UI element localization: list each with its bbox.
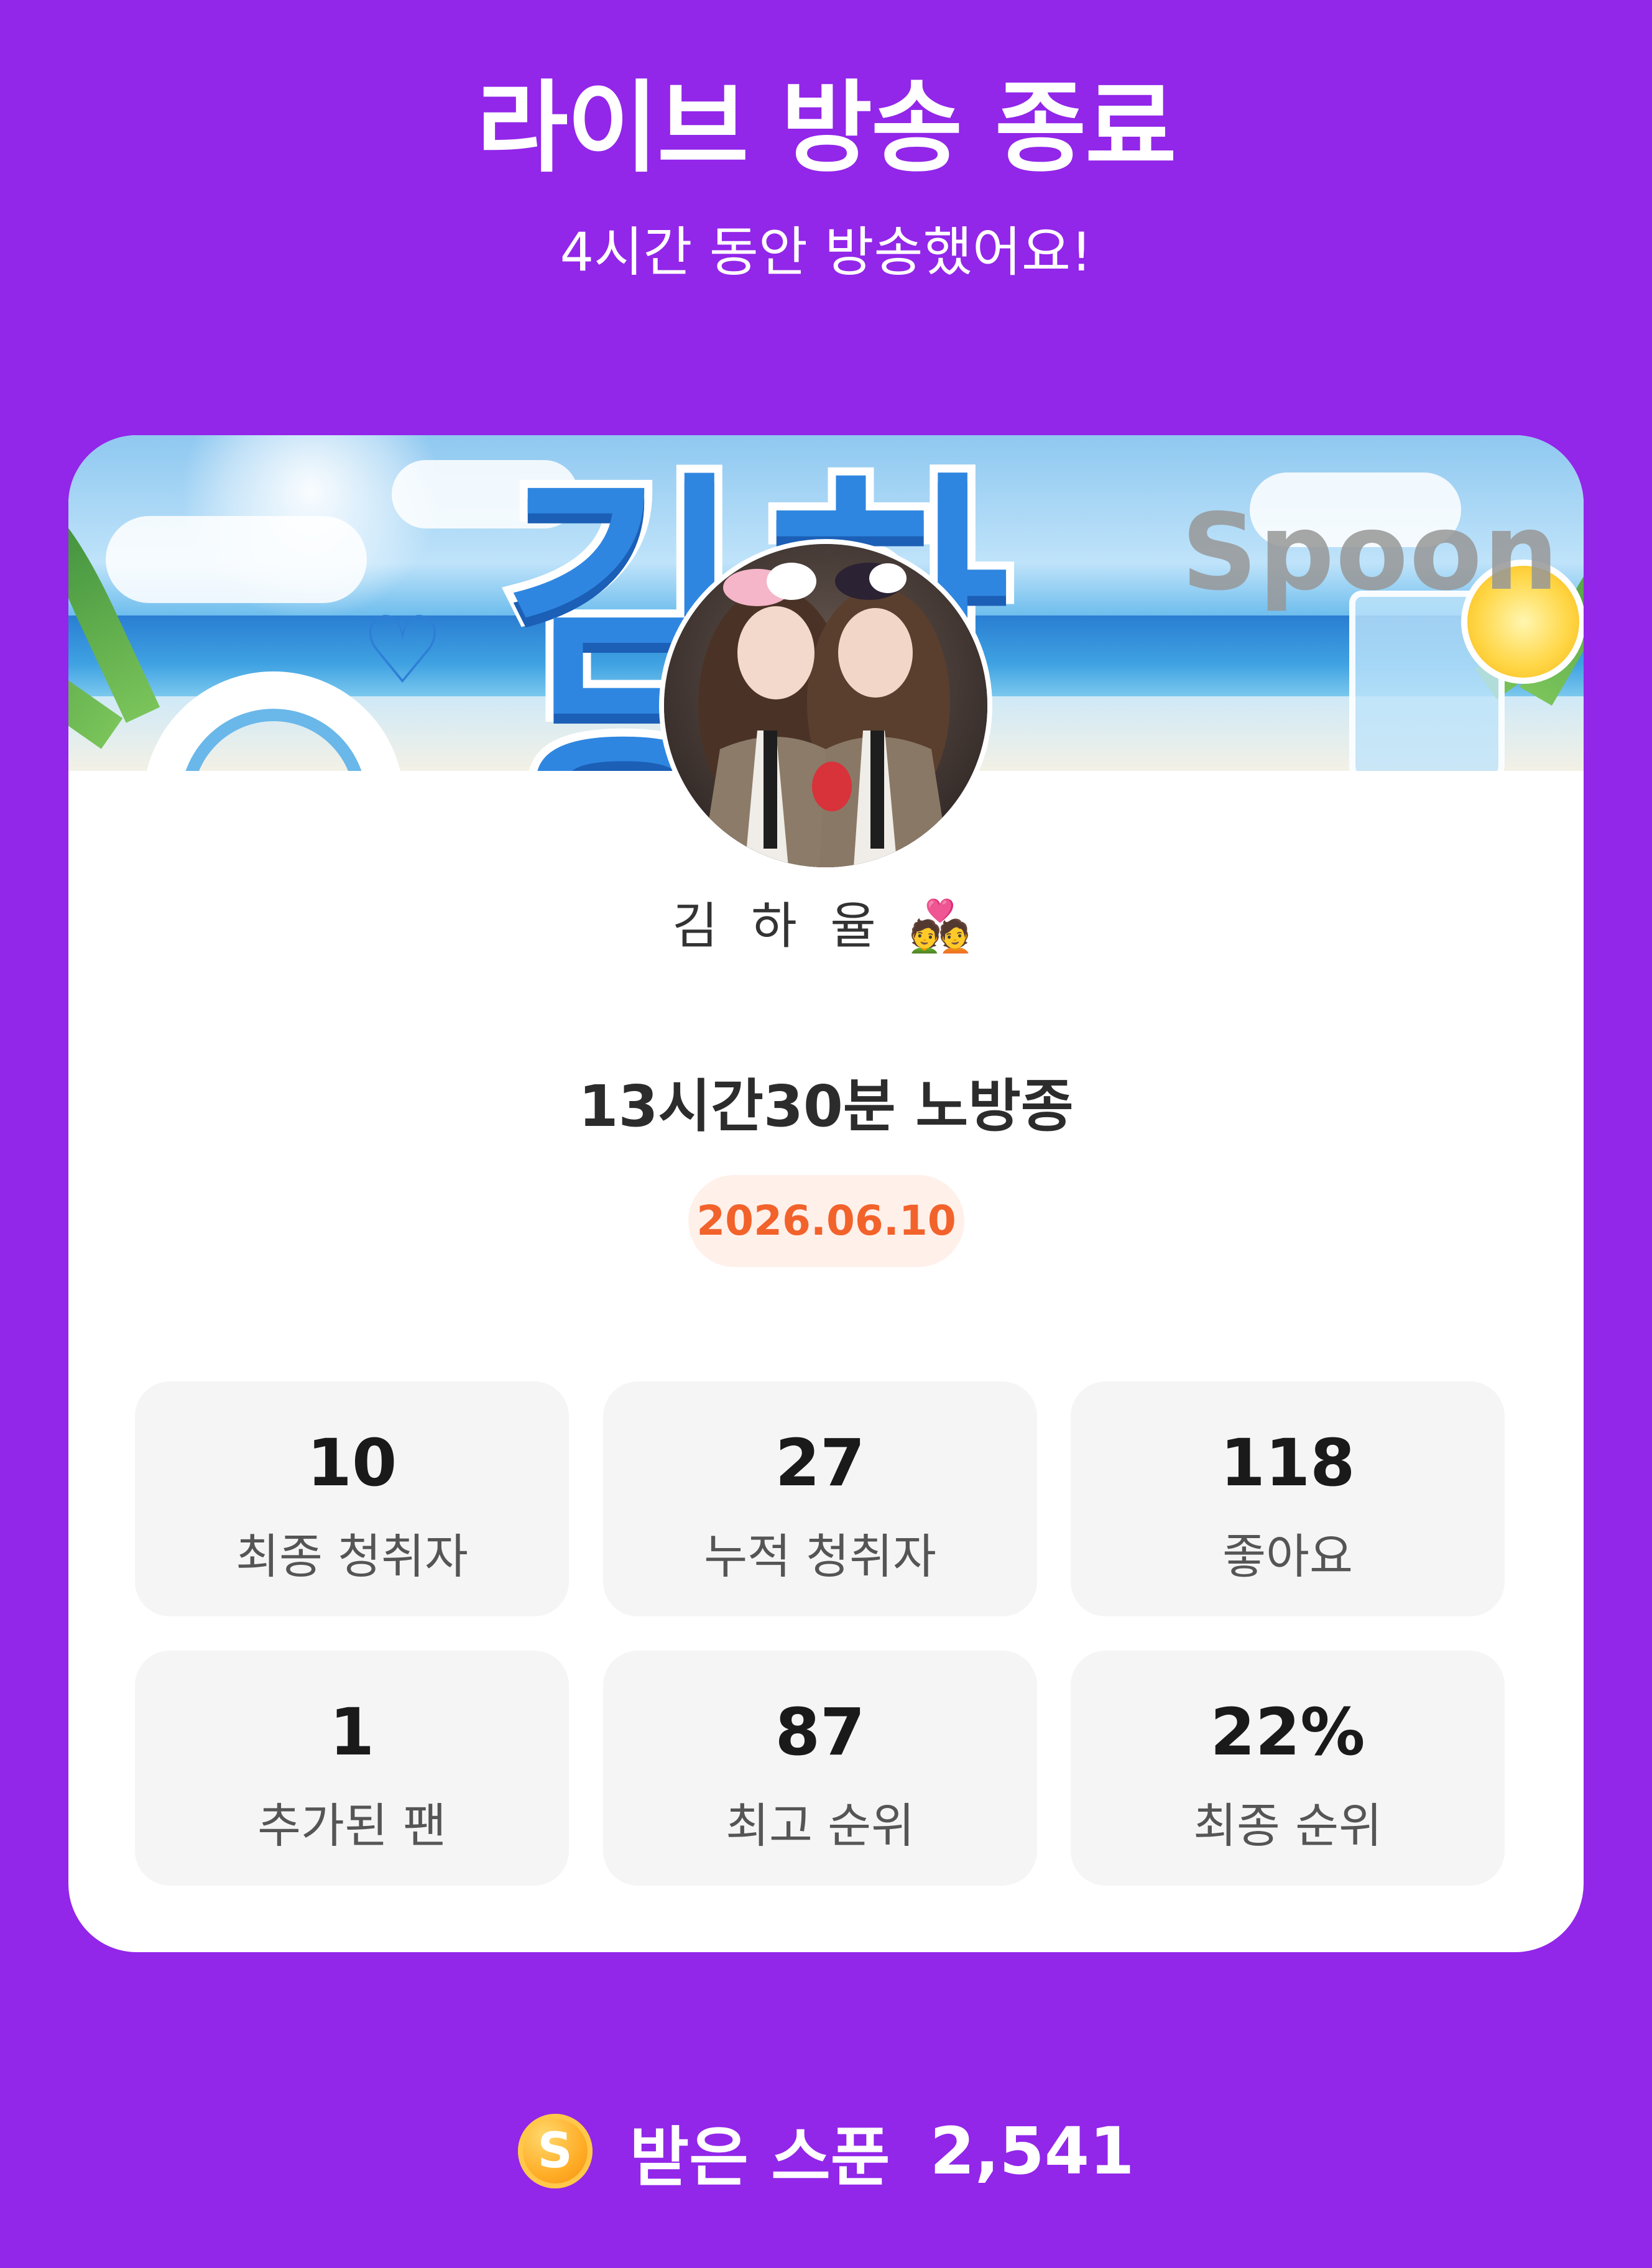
date-badge: 2026.06.10: [688, 1175, 964, 1267]
stat-likes: 118 좋아요: [1071, 1381, 1505, 1616]
stat-value: 27: [775, 1425, 865, 1501]
stat-total-listeners: 27 누적 청취자: [603, 1381, 1037, 1616]
cloud: [106, 516, 367, 603]
stat-best-rank: 87 최고 순위: [603, 1651, 1037, 1886]
received-spoons-label: 받은 스푼: [629, 2119, 890, 2195]
stat-final-rank: 22% 최종 순위: [1071, 1651, 1505, 1886]
spoon-coin-icon: S: [517, 2114, 593, 2188]
avatar[interactable]: [659, 539, 992, 872]
page-subtitle: 4시간 동안 방송했어요!: [560, 221, 1092, 284]
broadcast-title: 13시간30분 노방종: [578, 1073, 1074, 1140]
stat-value: 1: [329, 1694, 375, 1770]
stat-value: 118: [1220, 1425, 1355, 1501]
dj-name: 김 하 율 💑: [672, 897, 980, 955]
stat-final-listeners: 10 최종 청취자: [135, 1381, 569, 1616]
spoon-watermark: Spoon: [1181, 491, 1560, 614]
stat-label: 최종 청취자: [236, 1529, 468, 1584]
received-spoons-count: 2,541: [930, 2113, 1135, 2189]
broadcast-summary-card: ♡ 김하율 Spoon: [68, 435, 1584, 1952]
stat-label: 추가된 팬: [257, 1798, 446, 1853]
stat-label: 누적 청취자: [704, 1529, 936, 1584]
stat-label: 최종 순위: [1193, 1798, 1382, 1853]
stat-value: 10: [307, 1425, 397, 1501]
stat-value: 22%: [1210, 1694, 1365, 1770]
stat-new-fans: 1 추가된 팬: [135, 1651, 569, 1886]
received-spoons: S 받은 스푼 2,541: [0, 2111, 1652, 2195]
avatar-photo: [664, 544, 987, 867]
stat-label: 좋아요: [1222, 1529, 1353, 1584]
stat-value: 87: [775, 1694, 865, 1770]
stat-label: 최고 순위: [726, 1798, 915, 1853]
page-title: 라이브 방송 종료: [476, 70, 1177, 186]
heart-icon: ♡: [361, 597, 445, 705]
